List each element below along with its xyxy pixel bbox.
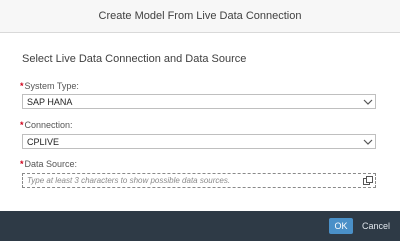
cancel-button[interactable]: Cancel xyxy=(361,218,391,234)
data-source-placeholder: Type at least 3 characters to show possi… xyxy=(27,176,231,185)
required-marker: * xyxy=(20,120,24,130)
system-type-select[interactable]: SAP HANA xyxy=(22,94,376,109)
data-source-label-text: Data Source: xyxy=(24,159,78,169)
dialog-header: Create Model From Live Data Connection xyxy=(0,0,400,33)
connection-label: *Connection: xyxy=(20,120,73,130)
ok-button[interactable]: OK xyxy=(329,218,353,234)
data-source-input[interactable]: Type at least 3 characters to show possi… xyxy=(22,173,376,188)
dialog-title: Create Model From Live Data Connection xyxy=(98,10,302,22)
system-type-label-text: System Type: xyxy=(24,81,79,91)
connection-label-text: Connection: xyxy=(24,120,73,130)
chevron-down-icon[interactable] xyxy=(361,135,375,148)
required-marker: * xyxy=(20,159,24,169)
create-model-dialog: Create Model From Live Data Connection S… xyxy=(0,0,400,241)
required-marker: * xyxy=(20,81,24,91)
value-help-icon[interactable] xyxy=(361,174,375,187)
system-type-value: SAP HANA xyxy=(27,96,73,107)
connection-select[interactable]: CPLIVE xyxy=(22,134,376,149)
chevron-down-icon[interactable] xyxy=(361,95,375,108)
dialog-body: Select Live Data Connection and Data Sou… xyxy=(0,33,400,211)
section-title: Select Live Data Connection and Data Sou… xyxy=(22,53,247,65)
data-source-label: *Data Source: xyxy=(20,159,77,169)
connection-value: CPLIVE xyxy=(27,136,60,147)
system-type-label: *System Type: xyxy=(20,81,79,91)
